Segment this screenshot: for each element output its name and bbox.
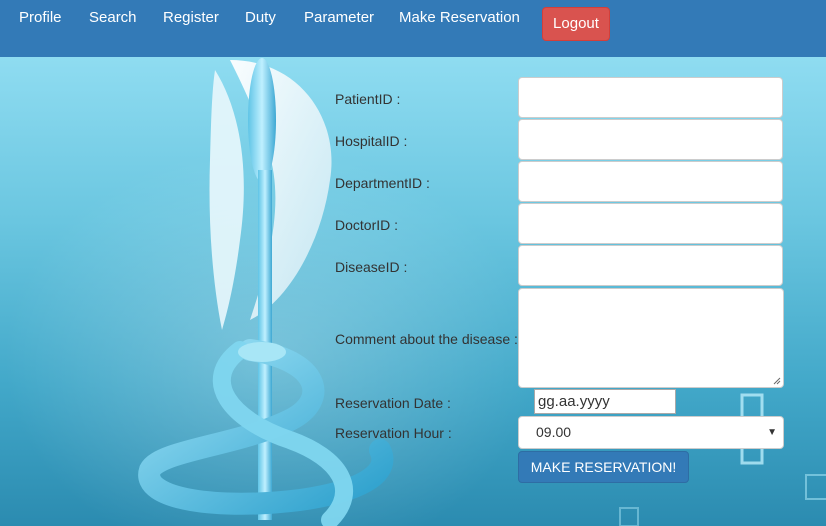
chevron-down-icon: ▼ [767, 427, 777, 438]
department-id-input[interactable] [518, 161, 783, 202]
nav-duty[interactable]: Duty [245, 9, 276, 27]
patient-id-label: PatientID : [335, 91, 401, 107]
nav-profile[interactable]: Profile [19, 9, 62, 27]
resize-grip-icon[interactable] [773, 377, 781, 385]
reservation-hour-label: Reservation Hour : [335, 425, 452, 441]
make-reservation-button[interactable]: MAKE RESERVATION! [518, 451, 689, 483]
nav-parameter[interactable]: Parameter [304, 9, 374, 27]
nav-search[interactable]: Search [89, 9, 137, 27]
reservation-date-input[interactable]: gg.aa.yyyy [534, 389, 676, 414]
disease-id-input[interactable] [518, 245, 783, 286]
nav-register[interactable]: Register [163, 9, 219, 27]
hospital-id-input[interactable] [518, 119, 783, 160]
reservation-hour-value: 09.00 [536, 424, 572, 440]
reservation-date-label: Reservation Date : [335, 395, 451, 411]
doctor-id-label: DoctorID : [335, 217, 399, 233]
doctor-id-input[interactable] [518, 203, 783, 244]
top-navbar: Profile Search Register Duty Parameter M… [0, 0, 826, 57]
hospital-id-label: HospitalID : [335, 133, 408, 149]
disease-id-label: DiseaseID : [335, 259, 408, 275]
nav-make-reservation[interactable]: Make Reservation [399, 9, 520, 27]
department-id-label: DepartmentID : [335, 175, 430, 191]
reservation-hour-select[interactable]: 09.00 ▼ [518, 416, 784, 449]
patient-id-input[interactable] [518, 77, 783, 118]
comment-textarea[interactable] [518, 288, 784, 388]
comment-label: Comment about the disease : [335, 331, 518, 347]
logout-button[interactable]: Logout [542, 7, 610, 41]
